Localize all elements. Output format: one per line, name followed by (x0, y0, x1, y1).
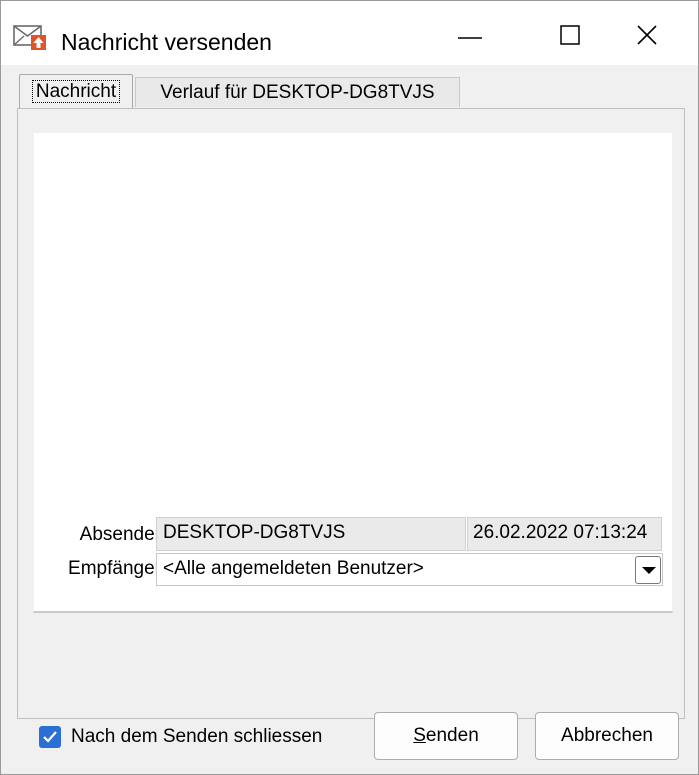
minimize-button[interactable] (421, 1, 521, 65)
absender-timestamp: 26.02.2022 07:13:24 (467, 517, 662, 551)
empfaenger-select[interactable]: <Alle angemeldeten Benutzer> (156, 553, 663, 586)
minimize-icon (458, 37, 482, 39)
absender-label: Absender (79, 524, 161, 545)
close-button[interactable] (598, 1, 698, 65)
message-panel (17, 108, 685, 719)
title-bar[interactable]: Nachricht versenden (1, 1, 698, 65)
empfaenger-label: Empfänger (68, 558, 161, 579)
tab-nachricht[interactable]: Nachricht (19, 74, 133, 109)
absender-field: DESKTOP-DG8TVJS (156, 517, 466, 551)
close-icon (637, 25, 657, 45)
window-title: Nachricht versenden (61, 29, 272, 55)
envelope-upload-icon (13, 23, 53, 53)
empfaenger-dropdown-button[interactable] (635, 556, 661, 584)
tab-verlauf-label: Verlauf für DESKTOP-DG8TVJS (160, 82, 435, 103)
close-after-send-checkbox[interactable] (39, 726, 61, 748)
checkmark-icon (43, 731, 57, 743)
message-dialog: Nachricht versenden Nachricht Verlauf fü… (0, 0, 699, 775)
chevron-down-icon (642, 567, 656, 574)
maximize-icon (560, 25, 580, 45)
close-after-send-label[interactable]: Nach dem Senden schliessen (71, 722, 322, 752)
tab-strip: Nachricht Verlauf für DESKTOP-DG8TVJS (1, 65, 698, 109)
send-button[interactable]: Senden (374, 712, 518, 760)
cancel-button[interactable]: Abbrechen (535, 712, 679, 760)
tab-nachricht-label: Nachricht (31, 80, 121, 103)
tab-verlauf[interactable]: Verlauf für DESKTOP-DG8TVJS (135, 77, 460, 107)
